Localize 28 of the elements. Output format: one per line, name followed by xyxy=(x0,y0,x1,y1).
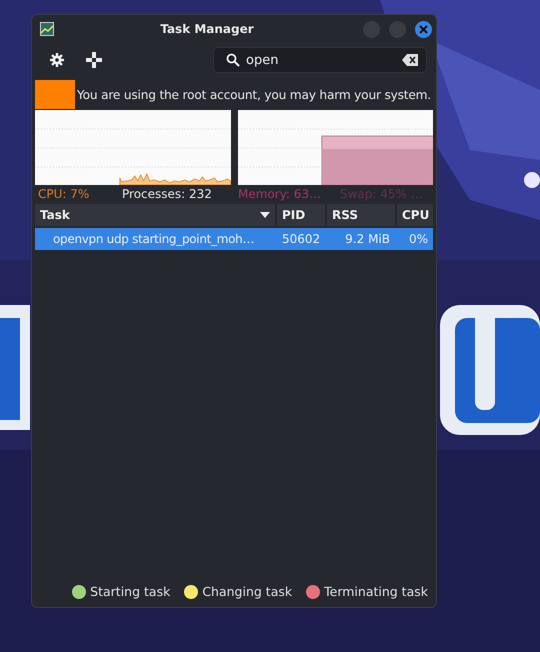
legend-label: Changing task xyxy=(202,584,292,599)
close-button[interactable] xyxy=(415,20,432,38)
app-icon xyxy=(40,22,54,36)
process-count: Processes: 232 xyxy=(122,186,213,200)
swap-usage: Swap: 45% … xyxy=(340,186,423,200)
crosshair-button[interactable] xyxy=(86,52,102,68)
column-header[interactable]: PID xyxy=(277,204,325,226)
warning-icon xyxy=(35,80,75,109)
sort-caret-icon xyxy=(260,212,270,218)
memory-usage: Memory: 63… xyxy=(238,186,322,200)
column-header[interactable]: RSS xyxy=(327,204,395,226)
table-cell-text: 9.2 MiB xyxy=(344,232,391,246)
close-icon xyxy=(419,24,428,34)
legend-label: Starting task xyxy=(90,584,170,599)
table-cell-text: 0% xyxy=(408,232,429,246)
warning-message: You are using the root account, you may harm your system. xyxy=(77,88,431,102)
legend-label: Terminating task xyxy=(324,584,428,599)
clear-icon[interactable] xyxy=(402,54,418,66)
settings-button[interactable] xyxy=(50,53,64,67)
column-header[interactable]: Task xyxy=(35,204,275,226)
search-icon xyxy=(226,53,240,67)
table-cell-text: 50602 xyxy=(281,232,322,246)
search-field[interactable]: open xyxy=(213,47,427,73)
window-title: Task Manager xyxy=(159,22,255,36)
table-cell-text: openvpn udp starting_point_moh… xyxy=(52,232,256,246)
search-input[interactable]: open xyxy=(246,52,396,68)
column-header[interactable]: CPU xyxy=(397,204,433,226)
cpu-usage: CPU: 7% xyxy=(38,186,90,200)
